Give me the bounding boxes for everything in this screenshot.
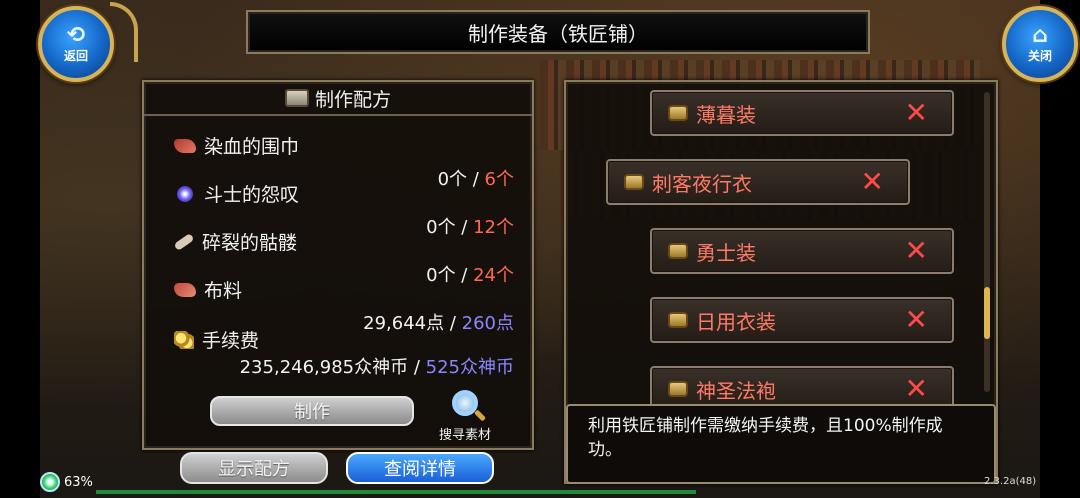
search-materials-label: 搜寻素材 <box>438 428 491 443</box>
back-button-label: 返回 <box>63 48 88 63</box>
fee-sep: / <box>408 357 426 378</box>
recipe-header-label: 制作配方 <box>314 88 391 111</box>
cloth-icon <box>174 282 196 297</box>
close-icon[interactable]: ✕ <box>861 168 884 196</box>
equipment-scroll-icon <box>624 174 644 190</box>
equipment-item[interactable]: 日用衣装 ✕ <box>650 297 954 343</box>
fee-row: 手续费 235,246,985众神币 / 525众神币 <box>174 326 514 379</box>
scrollbar-thumb[interactable] <box>984 287 990 339</box>
material-name: 染血的围巾 <box>204 136 300 158</box>
equipment-name: 神圣法袍 <box>696 378 776 403</box>
equipment-scroll-icon <box>668 312 688 328</box>
battery-indicator: 63% <box>40 472 93 492</box>
home-icon: ⌂ <box>1032 22 1048 48</box>
battery-icon <box>40 472 60 492</box>
back-button[interactable]: ⟲ 返回 <box>38 6 114 82</box>
description-box: 利用铁匠铺制作需缴纳手续费，且100%制作成功。 <box>566 404 996 484</box>
show-recipe-button[interactable]: 显示配方 <box>180 452 328 484</box>
orb-icon <box>177 185 193 202</box>
equipment-scroll-icon <box>668 243 688 259</box>
magnifier-icon <box>452 390 478 416</box>
equipment-scrollbar[interactable] <box>984 92 990 392</box>
recipe-header: 制作配方 <box>144 82 532 116</box>
equipment-name: 刺客夜行衣 <box>652 171 752 196</box>
equipment-name: 日用衣装 <box>696 309 776 334</box>
material-name: 碎裂的骷髅 <box>202 232 298 254</box>
equipment-name: 薄暮装 <box>696 102 756 127</box>
recipe-panel: 制作配方 染血的围巾 0个 / 6个 斗士的怨叹 0个 / 12个 碎裂的骷髅 … <box>142 80 534 450</box>
equipment-scroll-icon <box>668 105 688 121</box>
version-label: 2.3.2a(48) <box>984 476 1037 487</box>
material-name: 布料 <box>204 280 243 302</box>
close-button-label: 关闭 <box>1027 48 1052 63</box>
close-icon[interactable]: ✕ <box>905 99 928 127</box>
make-button[interactable]: 制作 <box>210 396 414 426</box>
search-materials-button[interactable]: 搜寻素材 <box>430 390 500 444</box>
equipment-item[interactable]: 勇士装 ✕ <box>650 228 954 274</box>
equipment-item[interactable]: 刺客夜行衣 ✕ <box>606 159 910 205</box>
close-icon[interactable]: ✕ <box>905 306 928 334</box>
view-detail-button[interactable]: 查阅详情 <box>346 452 494 484</box>
scarf-icon <box>174 138 196 153</box>
screen-bezel-left <box>0 0 40 498</box>
material-name: 斗士的怨叹 <box>204 184 300 206</box>
fee-need: 525众神币 <box>425 357 514 378</box>
equipment-scroll-icon <box>668 381 688 397</box>
equipment-item[interactable]: 薄暮装 ✕ <box>650 90 954 136</box>
back-arrow-icon: ⟲ <box>66 22 86 48</box>
close-button[interactable]: ⌂ 关闭 <box>1002 6 1078 82</box>
battery-percent: 63% <box>64 474 93 490</box>
fee-have: 235,246,985众神币 <box>239 357 409 378</box>
window-title: 制作装备（铁匠铺） <box>246 10 870 54</box>
equipment-name: 勇士装 <box>696 240 756 265</box>
bone-icon <box>173 232 195 251</box>
fee-name: 手续费 <box>202 330 260 352</box>
book-icon <box>284 89 309 107</box>
coins-icon <box>174 330 194 349</box>
close-icon[interactable]: ✕ <box>905 237 928 265</box>
progress-bar <box>96 490 696 494</box>
close-icon[interactable]: ✕ <box>905 375 928 403</box>
